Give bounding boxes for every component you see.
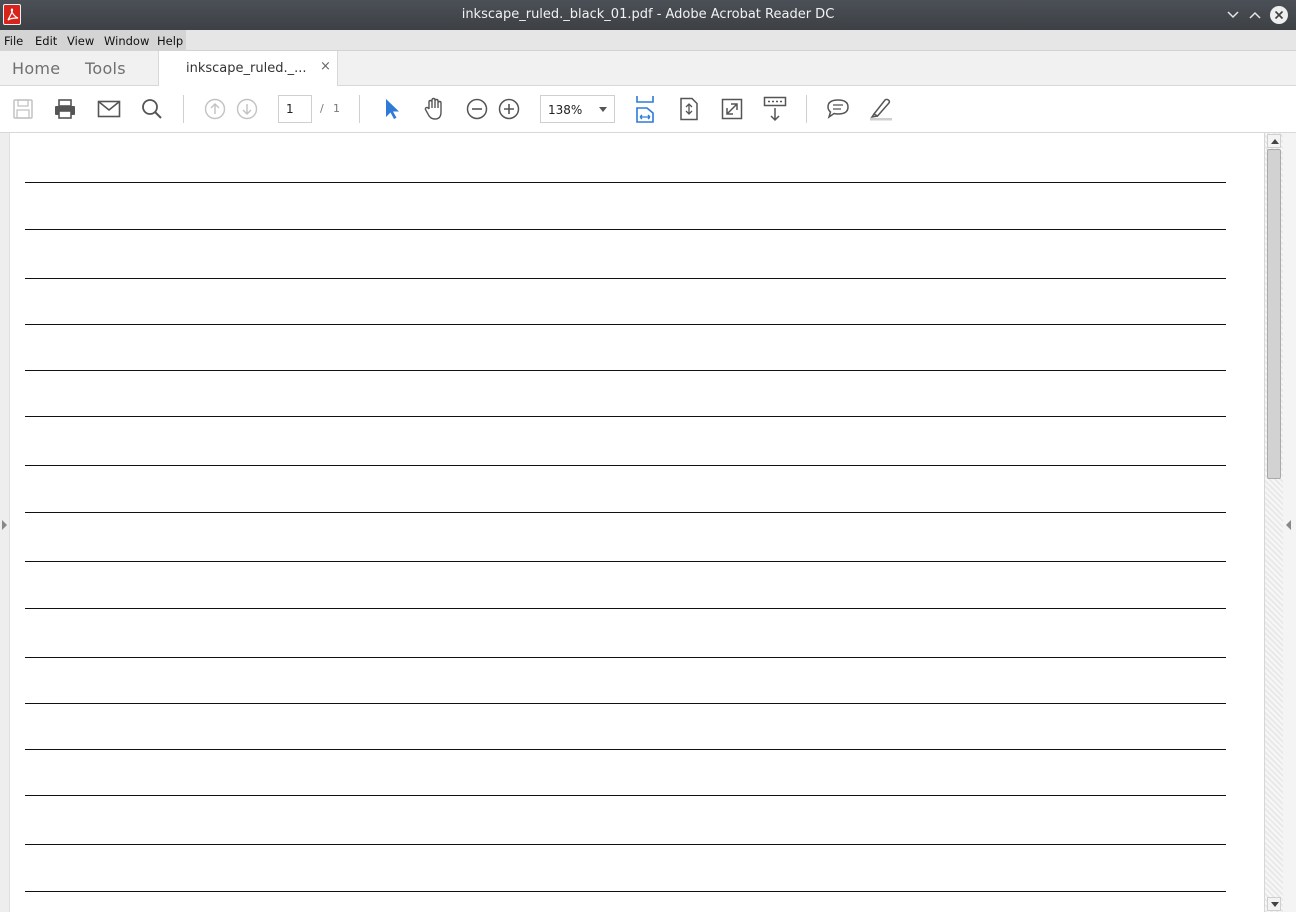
ruled-line (25, 608, 1226, 609)
minimize-icon[interactable] (1224, 6, 1242, 24)
ruled-line (25, 324, 1226, 325)
scrollbar-thumb[interactable] (1267, 149, 1281, 479)
ruled-line (25, 703, 1226, 704)
close-tab-icon[interactable]: × (320, 59, 331, 74)
full-screen-icon[interactable] (719, 96, 745, 122)
print-icon[interactable] (52, 96, 78, 122)
menu-bar: File Edit View Window Help (0, 30, 1296, 51)
left-panel-toggle[interactable] (0, 133, 10, 912)
zoom-level-value: 138% (548, 103, 583, 117)
next-page-icon[interactable] (234, 96, 260, 122)
tab-document[interactable]: inkscape_ruled._... × (158, 51, 338, 87)
scroll-up-arrow-icon[interactable] (1267, 134, 1281, 148)
expand-right-panel-icon[interactable] (1286, 520, 1291, 530)
zoom-level-select[interactable]: 138% (540, 95, 615, 123)
title-bar: inkscape_ruled._black_01.pdf - Adobe Acr… (0, 0, 1296, 30)
ruled-line (25, 657, 1226, 658)
select-cursor-icon[interactable] (378, 96, 404, 122)
document-viewport[interactable] (0, 133, 1296, 912)
search-icon[interactable] (139, 96, 165, 122)
ruled-line (25, 749, 1226, 750)
prev-page-icon[interactable] (202, 96, 228, 122)
page-separator: / (320, 102, 324, 115)
tab-tools[interactable]: Tools (85, 59, 126, 78)
tabs-bar: Home Tools inkscape_ruled._... × (0, 51, 1296, 87)
menu-window[interactable]: Window (104, 34, 149, 48)
page-total: 1 (333, 102, 340, 115)
ruled-line (25, 561, 1226, 562)
ruled-line (25, 465, 1226, 466)
fit-width-icon[interactable] (632, 96, 658, 123)
close-icon[interactable] (1270, 6, 1288, 24)
ruled-line (25, 370, 1226, 371)
zoom-out-icon[interactable] (464, 96, 490, 122)
read-mode-icon[interactable] (762, 96, 788, 122)
comment-icon[interactable] (825, 96, 851, 122)
toolbar-separator (806, 95, 807, 123)
email-icon[interactable] (96, 96, 122, 122)
save-icon[interactable] (10, 96, 36, 122)
maximize-icon[interactable] (1246, 6, 1264, 24)
expand-left-panel-icon[interactable] (2, 520, 7, 530)
chevron-down-icon (599, 107, 607, 112)
ruled-line (25, 844, 1226, 845)
fit-page-icon[interactable] (676, 96, 702, 122)
tab-home[interactable]: Home (12, 59, 60, 78)
toolbar-separator (359, 95, 360, 123)
ruled-line (25, 229, 1226, 230)
ruled-line (25, 278, 1226, 279)
menu-help[interactable]: Help (157, 34, 183, 48)
zoom-in-icon[interactable] (496, 96, 522, 122)
scroll-down-arrow-icon[interactable] (1267, 897, 1281, 911)
ruled-line (25, 512, 1226, 513)
pdf-page (11, 133, 1264, 912)
ruled-line (25, 891, 1226, 892)
page-number-input[interactable]: 1 (278, 95, 312, 123)
right-panel-toggle[interactable] (1283, 133, 1296, 912)
menu-file[interactable]: File (4, 34, 23, 48)
toolbar: 1 / 1 138% (0, 86, 1296, 133)
toolbar-separator (183, 95, 184, 123)
highlight-icon[interactable] (868, 96, 894, 122)
menu-edit[interactable]: Edit (35, 34, 57, 48)
ruled-line (25, 182, 1226, 183)
vertical-scrollbar[interactable] (1264, 133, 1283, 912)
ruled-line (25, 795, 1226, 796)
menu-view[interactable]: View (67, 34, 94, 48)
hand-tool-icon[interactable] (421, 96, 447, 122)
ruled-line (25, 416, 1226, 417)
window-title: inkscape_ruled._black_01.pdf - Adobe Acr… (461, 7, 835, 22)
document-tab-label: inkscape_ruled._... (186, 61, 307, 76)
